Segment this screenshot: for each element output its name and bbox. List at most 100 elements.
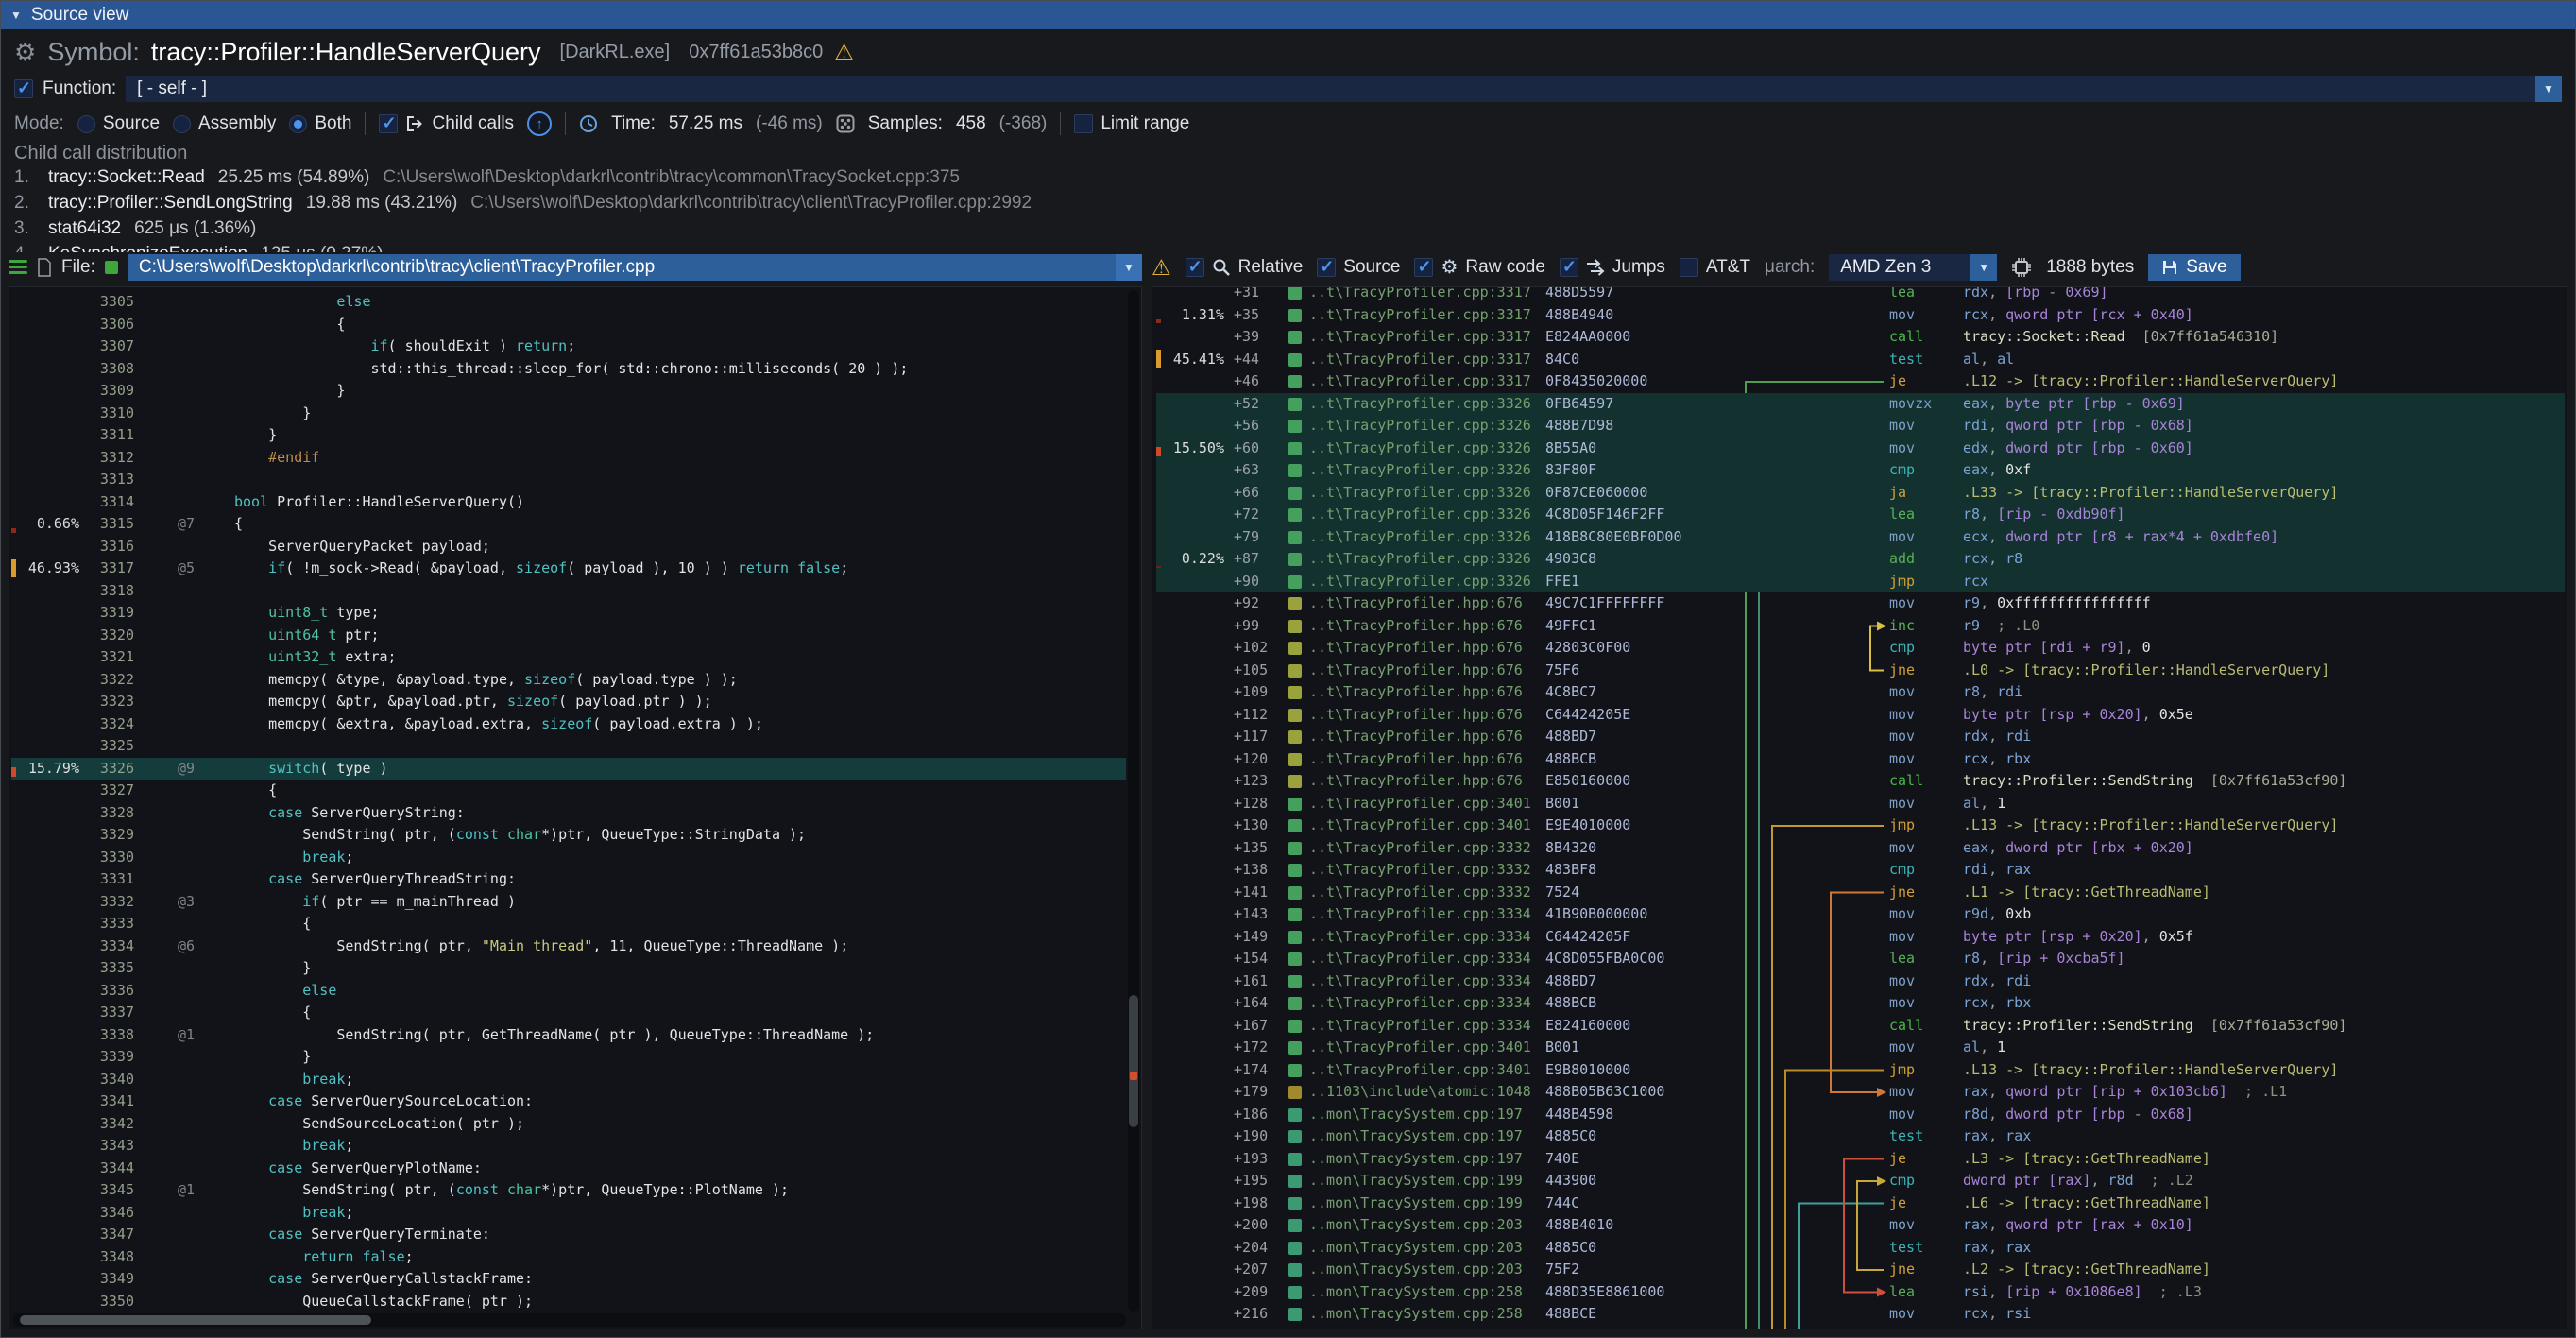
file-combo[interactable]: C:\Users\wolf\Desktop\darkrl\contrib\tra… [128, 254, 1142, 281]
asm-row[interactable]: +190..mon\TracySystem.cpp:1974885C0testr… [1156, 1125, 2565, 1148]
asm-row[interactable]: +39..t\TracyProfiler.cpp:3317E824AA0000c… [1156, 326, 2565, 349]
save-button[interactable]: Save [2148, 254, 2240, 281]
asm-row[interactable]: +172..t\TracyProfiler.cpp:3401B001moval,… [1156, 1037, 2565, 1059]
asm-source-location[interactable]: ..t\TracyProfiler.cpp:3326 [1309, 548, 1545, 571]
source-line[interactable]: 3340 break; [11, 1069, 1126, 1091]
source-line[interactable]: 46.93%3317@5 if( !m_sock->Read( &payload… [11, 558, 1126, 580]
asm-source-location[interactable]: ..t\TracyProfiler.cpp:3332 [1309, 882, 1545, 904]
asm-source-location[interactable]: ..t\TracyProfiler.cpp:3317 [1309, 286, 1545, 304]
asm-row[interactable]: +56..t\TracyProfiler.cpp:3326488B7D98mov… [1156, 415, 2565, 437]
source-line[interactable]: 3308 std::this_thread::sleep_for( std::c… [11, 358, 1126, 381]
source-line[interactable]: 3337 { [11, 1002, 1126, 1024]
limit-range-checkbox[interactable] [1074, 114, 1093, 133]
asm-source-location[interactable]: ..mon\TracySystem.cpp:197 [1309, 1125, 1545, 1148]
asm-row[interactable]: +154..t\TracyProfiler.cpp:33344C8D055FBA… [1156, 948, 2565, 970]
asm-source-location[interactable]: ..t\TracyProfiler.cpp:3401 [1309, 1059, 1545, 1082]
asm-source-location[interactable]: ..t\TracyProfiler.hpp:676 [1309, 726, 1545, 748]
asm-row[interactable]: +186..mon\TracySystem.cpp:197448B4598mov… [1156, 1104, 2565, 1126]
source-line[interactable]: 3333 { [11, 913, 1126, 935]
asm-source-location[interactable]: ..t\TracyProfiler.cpp:3332 [1309, 859, 1545, 882]
jumps-checkbox[interactable] [1560, 258, 1578, 277]
function-combo-arrow-icon[interactable]: ▼ [2535, 76, 2562, 102]
radio-both[interactable] [289, 115, 307, 133]
asm-row[interactable]: +195..mon\TracySystem.cpp:199443900cmpdw… [1156, 1170, 2565, 1192]
source-line[interactable]: 3306 { [11, 314, 1126, 336]
source-line[interactable]: 3325 [11, 735, 1126, 758]
asm-row[interactable]: 15.50%+60..t\TracyProfiler.cpp:33268B55A… [1156, 437, 2565, 460]
asm-source-location[interactable]: ..t\TracyProfiler.cpp:3326 [1309, 459, 1545, 482]
go-to-parent-button[interactable]: ↑ [527, 112, 552, 136]
asm-row[interactable]: +102..t\TracyProfiler.hpp:67642803C0F00c… [1156, 637, 2565, 660]
source-line[interactable]: 3338@1 SendString( ptr, GetThreadName( p… [11, 1024, 1126, 1047]
source-line[interactable]: 3312 #endif [11, 447, 1126, 470]
relative-checkbox[interactable] [1186, 258, 1204, 277]
asm-source-location[interactable]: ..t\TracyProfiler.cpp:3334 [1309, 948, 1545, 970]
asm-source-location[interactable]: ..t\TracyProfiler.cpp:3334 [1309, 970, 1545, 993]
child-call-entry[interactable]: 2.tracy::Profiler::SendLongString19.88 m… [14, 193, 2562, 218]
asm-row[interactable]: +90..t\TracyProfiler.cpp:3326FFE1jmprcx [1156, 571, 2565, 593]
asm-row[interactable]: +31..t\TracyProfiler.cpp:3317488D5597lea… [1156, 286, 2565, 304]
asm-source-location[interactable]: ..t\TracyProfiler.hpp:676 [1309, 637, 1545, 660]
source-line[interactable]: 3345@1 SendString( ptr, (const char*)ptr… [11, 1179, 1126, 1202]
asm-row[interactable]: 1.31%+35..t\TracyProfiler.cpp:3317488B49… [1156, 304, 2565, 327]
jumps-toggle[interactable]: Jumps [1560, 257, 1665, 278]
asm-row[interactable]: +216..mon\TracySystem.cpp:258488BCEmovrc… [1156, 1303, 2565, 1326]
source-line[interactable]: 3334@6 SendString( ptr, "Main thread", 1… [11, 935, 1126, 958]
source-line[interactable]: 3347 case ServerQueryTerminate: [11, 1224, 1126, 1246]
asm-row[interactable]: +66..t\TracyProfiler.cpp:33260F87CE06000… [1156, 482, 2565, 505]
source-line[interactable]: 0.66%3315@7{ [11, 513, 1126, 536]
source-checkbox[interactable] [1317, 258, 1336, 277]
att-checkbox[interactable] [1680, 258, 1698, 277]
asm-source-location[interactable]: ..t\TracyProfiler.cpp:3326 [1309, 571, 1545, 593]
source-line[interactable]: 3323 memcpy( &ptr, &payload.ptr, sizeof(… [11, 691, 1126, 713]
asm-source-location[interactable]: ..t\TracyProfiler.cpp:3334 [1309, 1015, 1545, 1038]
asm-row[interactable]: +120..t\TracyProfiler.hpp:676488BCBmovrc… [1156, 748, 2565, 771]
source-line[interactable]: 3335 } [11, 957, 1126, 980]
asm-source-location[interactable]: ..t\TracyProfiler.cpp:3401 [1309, 793, 1545, 815]
raw-code-checkbox[interactable] [1414, 258, 1433, 277]
asm-source-location[interactable]: ..mon\TracySystem.cpp:203 [1309, 1259, 1545, 1281]
asm-source-location[interactable]: ..mon\TracySystem.cpp:199 [1309, 1192, 1545, 1215]
asm-source-location[interactable]: ..t\TracyProfiler.cpp:3326 [1309, 482, 1545, 505]
asm-row[interactable]: 45.41%+44..t\TracyProfiler.cpp:331784C0t… [1156, 349, 2565, 371]
asm-source-location[interactable]: ..mon\TracySystem.cpp:203 [1309, 1214, 1545, 1237]
child-call-entry[interactable]: 1.tracy::Socket::Read25.25 ms (54.89%)C:… [14, 167, 2562, 193]
radio-source[interactable] [77, 115, 95, 133]
asm-row[interactable]: +135..t\TracyProfiler.cpp:33328B4320move… [1156, 837, 2565, 860]
source-line[interactable]: 3346 break; [11, 1202, 1126, 1225]
uarch-combo[interactable]: AMD Zen 3 ▼ [1829, 254, 1997, 281]
asm-source-location[interactable]: ..t\TracyProfiler.hpp:676 [1309, 704, 1545, 727]
source-line[interactable]: 3343 break; [11, 1135, 1126, 1158]
function-checkbox[interactable] [14, 79, 33, 98]
source-line[interactable]: 3342 SendSourceLocation( ptr ); [11, 1113, 1126, 1136]
source-line[interactable]: 3313 [11, 469, 1126, 491]
asm-source-location[interactable]: ..mon\TracySystem.cpp:199 [1309, 1170, 1545, 1192]
source-line[interactable]: 3318 [11, 580, 1126, 603]
asm-row[interactable]: +141..t\TracyProfiler.cpp:33327524jne.L1… [1156, 882, 2565, 904]
asm-source-location[interactable]: ..t\TracyProfiler.hpp:676 [1309, 592, 1545, 615]
source-line[interactable]: 3324 memcpy( &extra, &payload.extra, siz… [11, 713, 1126, 736]
source-line[interactable]: 3341 case ServerQuerySourceLocation: [11, 1090, 1126, 1113]
asm-source-location[interactable]: ..mon\TracySystem.cpp:258 [1309, 1281, 1545, 1304]
asm-row[interactable]: +161..t\TracyProfiler.cpp:3334488BD7movr… [1156, 970, 2565, 993]
scrollbar-thumb[interactable] [1129, 995, 1138, 1128]
file-combo-arrow-icon[interactable]: ▼ [1116, 254, 1142, 281]
asm-row[interactable]: +138..t\TracyProfiler.cpp:3332483BF8cmpr… [1156, 859, 2565, 882]
asm-row[interactable]: 0.22%+87..t\TracyProfiler.cpp:33264903C8… [1156, 548, 2565, 571]
child-call-entry[interactable]: 4.KeSynchronizeExecution125 μs (0.27%) [14, 244, 2562, 252]
asm-source-location[interactable]: ..t\TracyProfiler.cpp:3326 [1309, 415, 1545, 437]
asm-source-location[interactable]: ..t\TracyProfiler.hpp:676 [1309, 770, 1545, 793]
asm-row[interactable]: +99..t\TracyProfiler.hpp:67649FFC1incr9 … [1156, 615, 2565, 638]
asm-source-location[interactable]: ..t\TracyProfiler.cpp:3334 [1309, 926, 1545, 949]
source-vertical-scrollbar[interactable] [1128, 290, 1139, 1312]
asm-row[interactable]: +63..t\TracyProfiler.cpp:332683F80Fcmpea… [1156, 459, 2565, 482]
source-line[interactable]: 3348 return false; [11, 1246, 1126, 1269]
source-line[interactable]: 3321 uint32_t extra; [11, 646, 1126, 669]
att-syntax-toggle[interactable]: AT&T [1680, 257, 1750, 278]
asm-source-location[interactable]: ..t\TracyProfiler.cpp:3401 [1309, 1037, 1545, 1059]
source-toggle[interactable]: Source [1317, 257, 1400, 278]
asm-source-location[interactable]: ..t\TracyProfiler.cpp:3326 [1309, 504, 1545, 526]
asm-source-location[interactable]: ..t\TracyProfiler.cpp:3334 [1309, 992, 1545, 1015]
source-line[interactable]: 3307 if( shouldExit ) return; [11, 335, 1126, 358]
source-line[interactable]: 3305 else [11, 291, 1126, 314]
